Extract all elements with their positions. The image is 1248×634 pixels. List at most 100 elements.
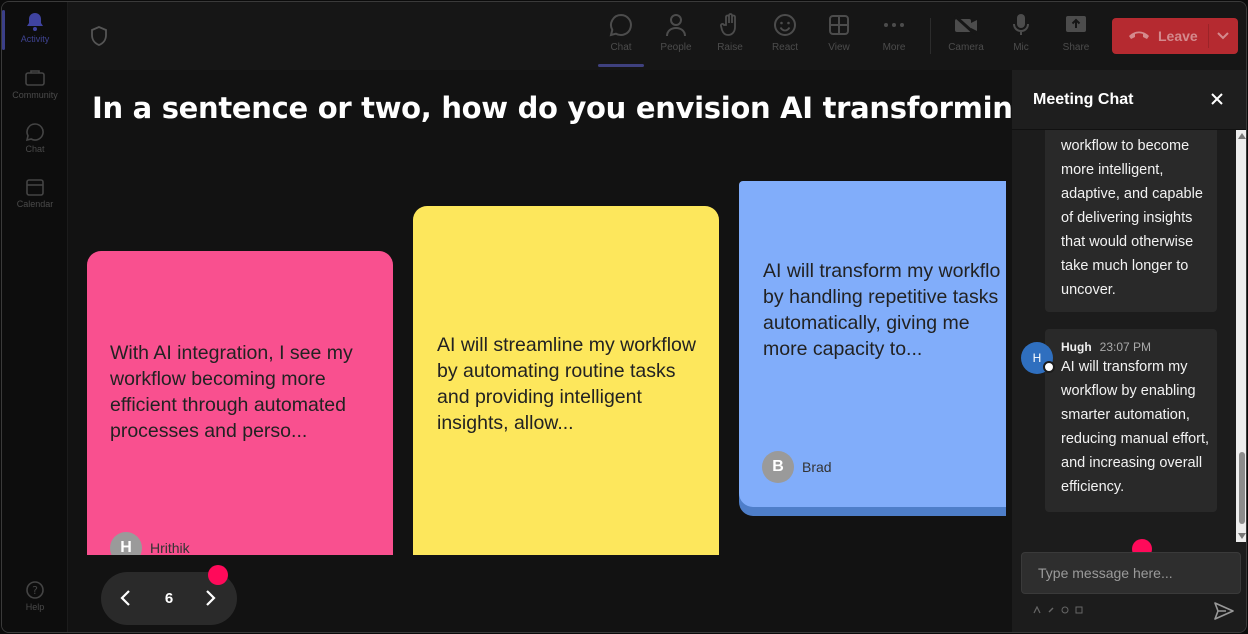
rail-label: Community: [12, 90, 58, 100]
toolbar-label: Chat: [610, 42, 632, 53]
toolbar-react-button[interactable]: React: [758, 12, 812, 53]
response-cards: With AI integration, I see my workflow b…: [68, 162, 1006, 555]
toolbar-mic-button[interactable]: Mic: [994, 12, 1048, 53]
toolbar-raise-button[interactable]: Raise: [703, 12, 757, 53]
author-name: Hrithik: [150, 540, 190, 555]
rail-item-help[interactable]: ? Help: [2, 580, 68, 612]
toolbar-share-button[interactable]: Share: [1049, 12, 1103, 53]
message-text: AI will transform my workflow by enablin…: [1061, 359, 1210, 495]
active-tab-indicator: [598, 64, 644, 67]
chat-icon: [594, 12, 648, 38]
send-icon[interactable]: [1214, 602, 1234, 625]
scroll-up-icon[interactable]: [1238, 133, 1246, 139]
attach-icon[interactable]: [1047, 606, 1055, 614]
chat-icon: [24, 122, 46, 142]
toolbar-camera-button[interactable]: Camera: [939, 12, 993, 53]
message-time: 23:07 PM: [1099, 340, 1152, 354]
toolbar-divider: [930, 18, 931, 54]
avatar: B: [762, 451, 794, 483]
smiley-icon: [758, 12, 812, 38]
chevron-down-icon[interactable]: [1216, 28, 1230, 45]
notification-dot: [208, 565, 228, 585]
rail-label: Chat: [25, 144, 45, 154]
response-card[interactable]: AI will transform my workflo by handling…: [739, 181, 1006, 507]
meeting-chat-panel: Meeting Chat workflow to become more int…: [1012, 70, 1246, 632]
presence-status-icon: [1043, 361, 1055, 373]
card-author: H Hrithik: [110, 532, 190, 555]
rail-item-activity[interactable]: Activity: [2, 12, 68, 44]
community-icon: [24, 68, 46, 88]
message-meta: Hugh 23:07 PM: [1061, 329, 1217, 355]
leave-button[interactable]: Leave: [1112, 18, 1238, 54]
chat-title: Meeting Chat: [1033, 91, 1134, 108]
response-card[interactable]: AI will streamline my workflow by automa…: [413, 206, 719, 555]
response-card[interactable]: With AI integration, I see my workflow b…: [87, 251, 393, 555]
emoji-icon[interactable]: [1061, 606, 1069, 614]
bell-icon: [24, 12, 46, 32]
help-icon: ?: [24, 580, 46, 600]
camera-off-icon: [939, 12, 993, 38]
card-text-line: AI will transform my workflo: [763, 260, 1001, 282]
chat-scrollbar[interactable]: [1236, 130, 1246, 542]
svg-text:?: ?: [32, 584, 38, 597]
calendar-icon: [24, 177, 46, 197]
rail-item-chat[interactable]: Chat: [2, 122, 68, 154]
hand-icon: [703, 12, 757, 38]
page-number: 6: [164, 590, 174, 607]
more-icon: [867, 12, 921, 38]
mic-icon: [994, 12, 1048, 38]
leave-divider: [1208, 24, 1209, 48]
scroll-down-icon[interactable]: [1238, 533, 1246, 539]
rail-label: Activity: [20, 34, 50, 44]
card-text-line: more capacity to...: [763, 338, 923, 360]
chat-messages: workflow to become more intelligent, ada…: [1012, 130, 1236, 542]
rail-label: Calendar: [16, 199, 54, 209]
chat-message-input[interactable]: Type message here...: [1021, 552, 1241, 594]
close-icon[interactable]: [1210, 92, 1224, 111]
scrollbar-thumb[interactable]: [1239, 452, 1245, 524]
card-text: AI will transform my workflo by handling…: [763, 258, 1006, 362]
author-name: Brad: [802, 459, 832, 475]
question-title: In a sentence or two, how do you envisio…: [92, 91, 1246, 125]
card-text: AI will streamline my workflow by automa…: [437, 334, 696, 434]
chat-message: workflow to become more intelligent, ada…: [1045, 130, 1217, 312]
shield-icon[interactable]: [90, 26, 108, 51]
chat-header: Meeting Chat: [1012, 70, 1246, 130]
toolbar-label: Camera: [948, 42, 984, 53]
meeting-window: Activity Community Chat Calendar ? Help: [1, 1, 1247, 633]
message-text: workflow to become more intelligent, ada…: [1061, 138, 1203, 298]
card-text-line: automatically, giving me: [763, 312, 970, 334]
format-icon[interactable]: [1033, 606, 1041, 614]
person-icon: [649, 12, 703, 38]
toolbar-label: React: [771, 42, 799, 53]
gif-icon[interactable]: [1075, 606, 1083, 614]
grid-icon: [812, 12, 866, 38]
toolbar-chat-button[interactable]: Chat: [594, 12, 648, 53]
chevron-left-icon[interactable]: [119, 589, 133, 612]
app-rail: Activity Community Chat Calendar ? Help: [2, 2, 68, 632]
toolbar-label: Share: [1062, 42, 1090, 53]
rail-item-community[interactable]: Community: [2, 68, 68, 100]
card-author: B Brad: [762, 451, 832, 483]
rail-label: Help: [25, 602, 45, 612]
meeting-toolbar: Chat People Raise React View More Camera: [68, 2, 1246, 70]
toolbar-people-button[interactable]: People: [649, 12, 703, 53]
message-author: Hugh: [1061, 340, 1092, 354]
card-text-line: by handling repetitive tasks: [763, 286, 999, 308]
format-toolbar: [1033, 606, 1083, 614]
toolbar-view-button[interactable]: View: [812, 12, 866, 53]
toolbar-label: Raise: [717, 42, 743, 53]
toolbar-label: View: [828, 42, 850, 53]
chat-message: Hugh 23:07 PM AI will transform my workfl…: [1045, 329, 1217, 512]
card-text: With AI integration, I see my workflow b…: [110, 342, 353, 442]
share-screen-icon: [1049, 12, 1103, 38]
leave-label: Leave: [1158, 28, 1198, 44]
rail-item-calendar[interactable]: Calendar: [2, 177, 68, 209]
toolbar-more-button[interactable]: More: [867, 12, 921, 53]
hang-up-icon: [1128, 28, 1150, 44]
toolbar-label: Mic: [1013, 42, 1029, 53]
chevron-right-icon[interactable]: [203, 589, 217, 612]
toolbar-label: More: [882, 42, 906, 53]
toolbar-label: People: [660, 42, 692, 53]
avatar: H: [110, 532, 142, 555]
